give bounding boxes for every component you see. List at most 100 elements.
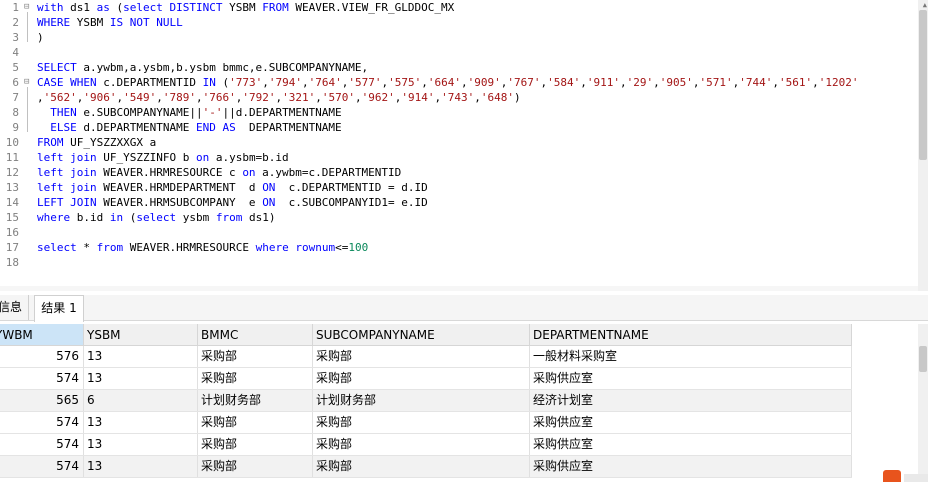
line-number: 6 bbox=[12, 76, 19, 89]
cell-bmmc[interactable]: 采购部 bbox=[198, 346, 313, 367]
code-token: ) bbox=[37, 31, 44, 44]
column-header-departmentname[interactable]: DEPARTMENTNAME bbox=[530, 324, 852, 346]
cell-ysbm[interactable]: 13 bbox=[84, 346, 198, 367]
code-token: '648' bbox=[480, 91, 514, 104]
code-line: THEN e.SUBCOMPANYNAME||'-'||d.DEPARTMENT… bbox=[37, 105, 341, 120]
cell-subcompanyname[interactable]: 采购部 bbox=[313, 434, 530, 455]
table-row[interactable]: 576 13 采购部 采购部 一般材料采购室 bbox=[0, 346, 852, 368]
cell-ywbm[interactable]: 574 bbox=[0, 412, 84, 433]
cell-subcompanyname[interactable]: 采购部 bbox=[313, 346, 530, 367]
cell-departmentname[interactable]: 采购供应室 bbox=[530, 456, 852, 477]
code-token: '905' bbox=[659, 76, 693, 89]
result-grid[interactable]: YWBMYSBMBMMCSUBCOMPANYNAMEDEPARTMENTNAME… bbox=[0, 324, 918, 482]
code-line: where b.id in (select ysbm from ds1) bbox=[37, 210, 276, 225]
cell-ywbm[interactable]: 574 bbox=[0, 434, 84, 455]
code-token: UF_YSZZINFO b bbox=[96, 151, 196, 164]
editor-vertical-scrollbar[interactable]: ▲ bbox=[918, 0, 928, 291]
cell-departmentname[interactable]: 采购供应室 bbox=[530, 412, 852, 433]
cell-bmmc[interactable]: 计划财务部 bbox=[198, 390, 313, 411]
tab-result-1[interactable]: 结果 1 bbox=[34, 295, 84, 322]
code-token: '792' bbox=[242, 91, 276, 104]
column-header-bmmc[interactable]: BMMC bbox=[198, 324, 313, 346]
cell-bmmc[interactable]: 采购部 bbox=[198, 412, 313, 433]
code-token: select DISTINCT bbox=[123, 1, 223, 14]
code-token: left join bbox=[37, 166, 97, 179]
cell-subcompanyname[interactable]: 采购部 bbox=[313, 456, 530, 477]
editor-horizontal-scrollbar[interactable] bbox=[0, 286, 918, 291]
cell-departmentname[interactable]: 采购供应室 bbox=[530, 368, 852, 389]
code-token: '549' bbox=[123, 91, 157, 104]
grid-scroll-thumb[interactable] bbox=[919, 346, 927, 372]
code-token: UF_YSZZXXGX a bbox=[63, 136, 157, 149]
code-token: '571' bbox=[699, 76, 733, 89]
code-token: , bbox=[653, 76, 660, 89]
code-token: a.ysbm=b.id bbox=[209, 151, 289, 164]
cell-subcompanyname[interactable]: 采购部 bbox=[313, 412, 530, 433]
cell-subcompanyname[interactable]: 采购部 bbox=[313, 368, 530, 389]
line-number: 13 bbox=[5, 181, 19, 194]
cell-ysbm[interactable]: 13 bbox=[84, 434, 198, 455]
line-number: 2 bbox=[12, 16, 19, 29]
code-token: IS NOT NULL bbox=[109, 16, 183, 29]
line-number: 10 bbox=[5, 136, 19, 149]
code-token: , bbox=[262, 76, 269, 89]
code-token: ds1 bbox=[63, 1, 97, 14]
line-number: 8 bbox=[12, 106, 19, 119]
fold-toggle-icon[interactable]: ⊟ bbox=[24, 75, 29, 90]
code-token: b.id bbox=[70, 211, 110, 224]
code-token: SELECT bbox=[37, 61, 77, 74]
line-number: 17 bbox=[5, 241, 19, 254]
code-token: , bbox=[619, 76, 627, 89]
cell-ywbm[interactable]: 574 bbox=[0, 456, 84, 477]
cell-departmentname[interactable]: 经济计划室 bbox=[530, 390, 852, 411]
table-row[interactable]: 574 13 采购部 采购部 采购供应室 bbox=[0, 456, 852, 478]
cell-ysbm[interactable]: 13 bbox=[84, 412, 198, 433]
scroll-up-icon[interactable]: ▲ bbox=[923, 1, 927, 9]
code-token: e.SUBCOMPANYNAME|| bbox=[76, 106, 203, 119]
cell-bmmc[interactable]: 采购部 bbox=[198, 456, 313, 477]
cell-departmentname[interactable]: 一般材料采购室 bbox=[530, 346, 852, 367]
cell-ysbm[interactable]: 6 bbox=[84, 390, 198, 411]
line-number-gutter: 1 2 3 4 5 6 7 8 9 10 11 12 13 14 15 16 17 18 bbox=[0, 0, 22, 291]
code-token: DEPARTMENTNAME bbox=[235, 121, 342, 134]
code-line: left join WEAVER.HRMDEPARTMENT d ON c.DE… bbox=[37, 180, 428, 195]
code-token: WEAVER.HRMDEPARTMENT d bbox=[96, 181, 263, 194]
cell-ysbm[interactable]: 13 bbox=[84, 456, 198, 477]
column-header-ysbm[interactable]: YSBM bbox=[84, 324, 198, 346]
cell-subcompanyname[interactable]: 计划财务部 bbox=[313, 390, 530, 411]
code-token: THEN bbox=[50, 106, 77, 119]
code-token: IN bbox=[202, 76, 216, 89]
table-row[interactable]: 574 13 采购部 采购部 采购供应室 bbox=[0, 412, 852, 434]
cell-departmentname[interactable]: 采购供应室 bbox=[530, 434, 852, 455]
column-header-subcompanyname[interactable]: SUBCOMPANYNAME bbox=[313, 324, 530, 346]
code-token: YSBM bbox=[70, 16, 110, 29]
line-number: 11 bbox=[5, 151, 19, 164]
code-token: a.ywbm=c.DEPARTMENTID bbox=[255, 166, 402, 179]
code-token: '962' bbox=[361, 91, 395, 104]
cell-ywbm[interactable]: 576 bbox=[0, 346, 84, 367]
editor-scroll-thumb[interactable] bbox=[919, 10, 927, 160]
code-token: left join bbox=[37, 181, 97, 194]
column-header-ywbm[interactable]: YWBM bbox=[0, 324, 84, 346]
code-line: WHERE YSBM IS NOT NULL bbox=[37, 15, 183, 30]
code-token: '773' bbox=[229, 76, 263, 89]
code-token: , bbox=[315, 91, 322, 104]
cell-bmmc[interactable]: 采购部 bbox=[198, 368, 313, 389]
sql-editor[interactable]: 1 2 3 4 5 6 7 8 9 10 11 12 13 14 15 16 17 18 with ds1 as … bbox=[0, 0, 928, 291]
cell-bmmc[interactable]: 采购部 bbox=[198, 434, 313, 455]
tab-info[interactable]: 信息 bbox=[0, 295, 29, 320]
code-line: left join UF_YSZZINFO b on a.ysbm=b.id bbox=[37, 150, 289, 165]
cell-ywbm[interactable]: 565 bbox=[0, 390, 84, 411]
code-token: c.DEPARTMENTID bbox=[96, 76, 203, 89]
table-row[interactable]: 574 13 采购部 采购部 采购供应室 bbox=[0, 368, 852, 390]
fold-toggle-icon[interactable]: ⊟ bbox=[24, 0, 29, 15]
code-token: '584' bbox=[547, 76, 581, 89]
cell-ysbm[interactable]: 13 bbox=[84, 368, 198, 389]
fold-guide bbox=[27, 12, 28, 42]
code-token: '911' bbox=[586, 76, 620, 89]
cell-ywbm[interactable]: 574 bbox=[0, 368, 84, 389]
grid-vertical-scrollbar[interactable] bbox=[918, 324, 928, 482]
table-row[interactable]: 574 13 采购部 采购部 采购供应室 bbox=[0, 434, 852, 456]
table-row[interactable]: 565 6 计划财务部 计划财务部 经济计划室 bbox=[0, 390, 852, 412]
code-token: LEFT JOIN bbox=[37, 196, 97, 209]
